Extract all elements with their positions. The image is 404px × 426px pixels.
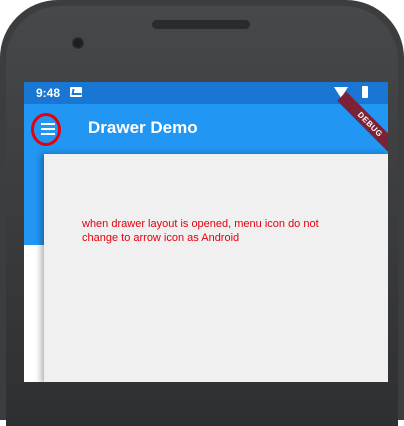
status-bar: 9:48: [24, 82, 388, 104]
underlying-page-body: [24, 245, 44, 382]
battery-icon: [362, 86, 368, 98]
front-camera: [72, 37, 84, 49]
app-title: Drawer Demo: [88, 118, 198, 137]
device-screen: 9:48 Drawer Demo DEBUG when drawer layou…: [24, 82, 388, 382]
phone-speaker: [152, 20, 250, 29]
menu-button[interactable]: [32, 113, 64, 145]
status-time: 9:48: [36, 86, 61, 100]
app-bar: Drawer Demo DEBUG: [24, 91, 388, 158]
navigation-drawer[interactable]: when drawer layout is opened, menu icon …: [44, 154, 388, 382]
underlying-page-edge: [24, 154, 44, 245]
menu-icon: [41, 123, 55, 135]
annotation-note: when drawer layout is opened, menu icon …: [82, 218, 319, 244]
message-icon: [70, 87, 82, 97]
phone-frame: 9:48 Drawer Demo DEBUG when drawer layou…: [0, 0, 404, 426]
